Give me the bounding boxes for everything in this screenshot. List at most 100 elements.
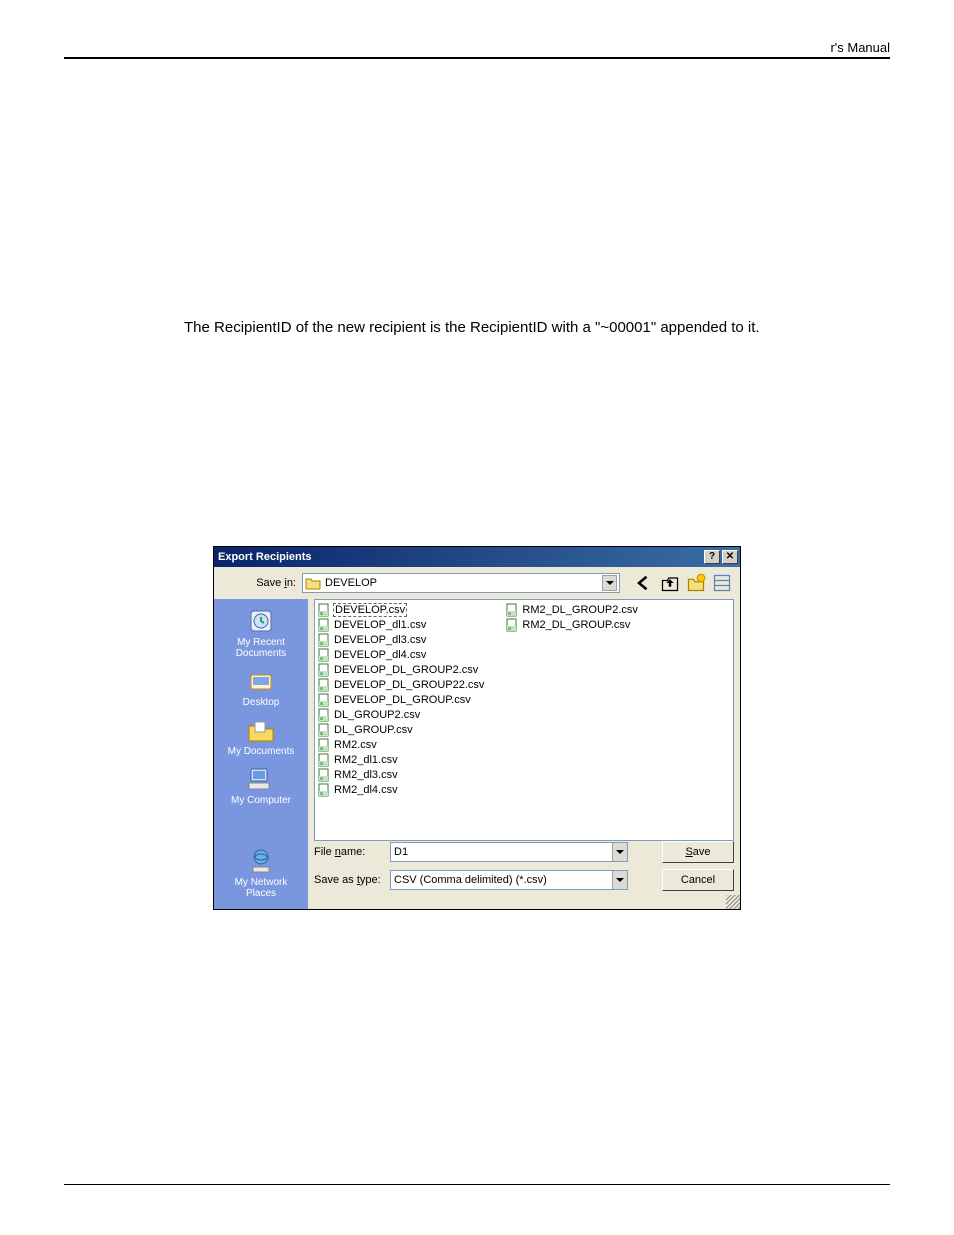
body-paragraph: The RecipientID of the new recipient is … (184, 319, 884, 336)
resize-grip-icon[interactable] (726, 895, 740, 909)
page-header: r's Manual (64, 40, 890, 58)
csv-file-icon: a (317, 663, 331, 677)
file-item[interactable]: aRM2_dl1.csv (317, 752, 485, 767)
csv-file-icon: a (505, 603, 519, 617)
svg-text:a: a (320, 701, 323, 707)
places-bar-bottom: My Network Places (214, 841, 308, 909)
csv-file-icon: a (317, 768, 331, 782)
place-label: Desktop (243, 697, 280, 708)
chevron-down-icon[interactable] (602, 575, 617, 591)
svg-text:a: a (320, 656, 323, 662)
file-item[interactable]: a DEVELOP_dl4.csv (317, 647, 485, 662)
file-name-input[interactable] (391, 843, 612, 861)
place-network-places[interactable]: My Network Places (216, 845, 306, 901)
csv-file-icon: a (317, 723, 331, 737)
file-item[interactable]: a DEVELOP_dl3.csv (317, 632, 485, 647)
place-my-computer[interactable]: My Computer (216, 763, 306, 808)
svg-text:a: a (320, 731, 323, 737)
file-name: DEVELOP_DL_GROUP2.csv (333, 664, 479, 676)
svg-text:a: a (320, 791, 323, 797)
csv-file-icon: a (317, 603, 331, 617)
csv-file-icon: a (317, 678, 331, 692)
csv-file-icon: a (317, 648, 331, 662)
file-item[interactable]: a RM2_dl3.csv (317, 767, 485, 782)
close-button[interactable]: ✕ (722, 550, 738, 564)
file-name: DEVELOP_dl3.csv (333, 634, 427, 646)
file-item[interactable]: a DEVELOP_dl1.csv (317, 617, 485, 632)
svg-text:a: a (320, 626, 323, 632)
computer-icon (245, 765, 277, 793)
chevron-down-icon[interactable] (612, 843, 627, 861)
file-name: RM2_dl3.csv (333, 769, 399, 781)
file-name: DEVELOP_dl1.csv (333, 619, 427, 631)
file-name-combo[interactable] (390, 842, 628, 862)
csv-file-icon: a (317, 633, 331, 647)
save-as-type-input[interactable] (391, 871, 612, 889)
csv-file-icon: a (317, 753, 331, 767)
place-recent-documents[interactable]: My Recent Documents (216, 605, 306, 661)
file-item[interactable]: a RM2.csv (317, 737, 485, 752)
file-item[interactable]: aDEVELOP.csv (317, 602, 485, 617)
file-item[interactable]: aDL_GROUP.csv (317, 722, 485, 737)
file-item[interactable]: aDL_GROUP2.csv (317, 707, 485, 722)
footer-rule (64, 1184, 890, 1185)
place-my-documents[interactable]: My Documents (216, 714, 306, 759)
file-item[interactable]: a RM2_dl4.csv (317, 782, 485, 797)
file-item[interactable]: aRM2_DL_GROUP2.csv (505, 602, 639, 617)
up-one-level-icon[interactable] (660, 573, 680, 593)
svg-text:a: a (320, 611, 323, 617)
file-name: DEVELOP_dl4.csv (333, 649, 427, 661)
export-recipients-dialog: Export Recipients ? ✕ Save in: DEVELOP (213, 546, 741, 910)
dialog-title: Export Recipients (218, 551, 312, 563)
help-button[interactable]: ? (704, 550, 720, 564)
file-name-label: File name: (314, 846, 384, 858)
place-label: My Computer (231, 795, 291, 806)
file-name: DEVELOP_DL_GROUP.csv (333, 694, 472, 706)
desktop-icon (245, 667, 277, 695)
file-list[interactable]: aDEVELOP.csvaDEVELOP_dl1.csvaDEVELOP_dl3… (314, 599, 734, 841)
svg-text:a: a (320, 671, 323, 677)
dialog-titlebar[interactable]: Export Recipients ? ✕ (214, 547, 740, 567)
svg-text:a: a (320, 641, 323, 647)
place-desktop[interactable]: Desktop (216, 665, 306, 710)
header-right-text: r's Manual (830, 40, 890, 55)
place-label: My Network Places (235, 877, 288, 899)
csv-file-icon: a (317, 738, 331, 752)
file-item[interactable]: a DEVELOP_DL_GROUP2.csv (317, 662, 485, 677)
save-in-combo[interactable]: DEVELOP (302, 573, 620, 593)
svg-text:a: a (320, 776, 323, 782)
file-name: RM2_dl4.csv (333, 784, 399, 796)
file-name: RM2_DL_GROUP.csv (521, 619, 631, 631)
places-bar: My Recent Documents Desktop My Documents (214, 599, 308, 841)
file-item[interactable]: a DEVELOP_DL_GROUP22.csv (317, 677, 485, 692)
csv-file-icon: a (317, 693, 331, 707)
save-as-type-label: Save as type: (314, 874, 384, 886)
header-rule (64, 58, 890, 59)
file-item[interactable]: a RM2_DL_GROUP.csv (505, 617, 639, 632)
save-as-type-combo[interactable] (390, 870, 628, 890)
svg-text:a: a (320, 686, 323, 692)
svg-text:a: a (508, 611, 511, 617)
new-folder-icon[interactable] (686, 573, 706, 593)
file-item[interactable]: a DEVELOP_DL_GROUP.csv (317, 692, 485, 707)
recent-documents-icon (245, 607, 277, 635)
save-in-value: DEVELOP (325, 577, 598, 589)
file-name: RM2_dl1.csv (333, 754, 399, 766)
csv-file-icon: a (317, 618, 331, 632)
chevron-down-icon[interactable] (612, 871, 627, 889)
file-name: DL_GROUP2.csv (333, 709, 421, 721)
folder-open-icon (305, 576, 321, 590)
save-button[interactable]: Save (662, 841, 734, 863)
views-icon[interactable] (712, 573, 732, 593)
csv-file-icon: a (317, 783, 331, 797)
svg-text:a: a (508, 626, 511, 632)
file-name: DEVELOP_DL_GROUP22.csv (333, 679, 485, 691)
back-icon[interactable] (634, 573, 654, 593)
csv-file-icon: a (505, 618, 519, 632)
svg-text:a: a (320, 746, 323, 752)
cancel-button[interactable]: Cancel (662, 869, 734, 891)
place-label: My Recent Documents (236, 637, 287, 659)
file-name: RM2.csv (333, 739, 378, 751)
place-label: My Documents (228, 746, 295, 757)
save-in-row: Save in: DEVELOP (214, 567, 740, 599)
